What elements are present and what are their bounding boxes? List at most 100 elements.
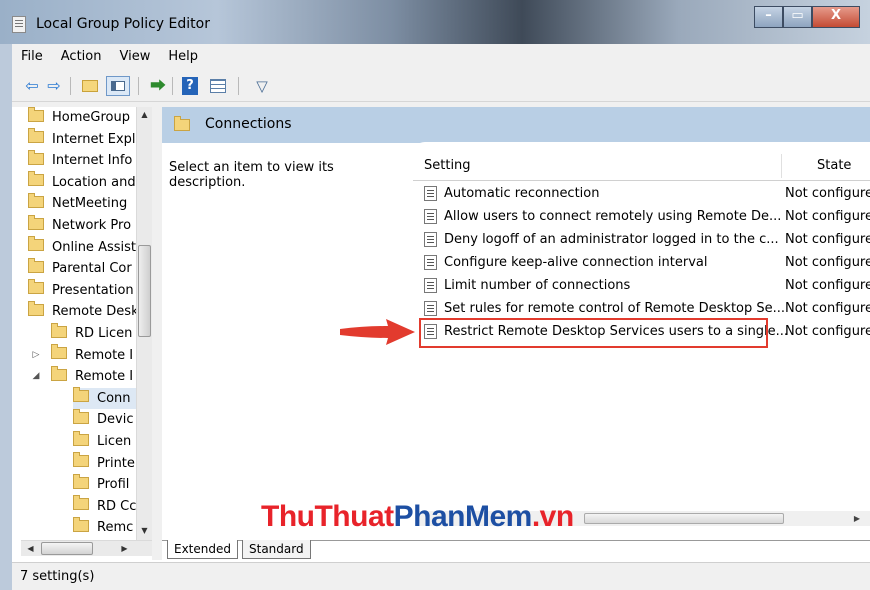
tree-item-label: Location and [52,174,136,190]
setting-state: Not configure [785,278,870,293]
tree-item[interactable]: RD Cc [73,495,137,517]
setting-row[interactable]: Limit number of connections Not configure [413,274,870,297]
tab-extended[interactable]: Extended [167,540,238,559]
maximize-button[interactable]: ▭ [783,6,812,28]
scroll-thumb[interactable] [584,513,784,524]
column-state[interactable]: State [817,158,851,173]
tree-item[interactable]: NetMeeting [28,192,127,214]
setting-state: Not configure [785,232,870,247]
menu-file[interactable]: File [12,44,52,70]
setting-state: Not configure [785,186,870,201]
scroll-thumb[interactable] [41,542,93,555]
navigation-tree: HomeGroup Internet Expl Internet Info Locat… [21,107,152,544]
folder-icon [73,387,89,403]
folder-icon [28,128,44,144]
up-folder-icon[interactable] [80,76,100,96]
setting-row[interactable]: Set rules for remote control of Remote D… [413,297,870,320]
setting-state: Not configure [785,209,870,224]
policy-setting-icon [424,301,437,316]
tree-item-label: HomeGroup [52,110,130,125]
setting-row[interactable]: Deny logoff of an administrator logged i… [413,228,870,251]
export-list-icon[interactable]: ⮕ [148,76,168,96]
tree-item[interactable]: ▷ Remote I [33,344,134,366]
forward-icon[interactable]: ⇨ [44,76,64,96]
folder-icon [28,279,44,295]
watermark: ThuThuatPhanMem.vn [261,500,574,533]
tree-horizontal-scrollbar[interactable]: ◀ ▶ [21,540,152,556]
tree-item[interactable]: Network Pro [28,214,131,236]
setting-name: Automatic reconnection [444,186,600,201]
setting-row[interactable]: Configure keep-alive connection interval… [413,251,870,274]
scroll-right-icon[interactable]: ▶ [854,511,860,526]
setting-row[interactable]: Allow users to connect remotely using Re… [413,205,870,228]
view-tabs: Extended Standard [162,540,870,560]
tree-item[interactable]: Internet Info [28,149,132,171]
tree-item[interactable]: Profil [73,473,129,495]
window-frame [0,44,12,590]
policy-setting-icon [424,232,437,247]
filter-icon[interactable]: ▽ [252,76,272,96]
tree-vertical-scrollbar[interactable]: ▲ ▼ [136,107,152,540]
tree-item[interactable]: HomeGroup [28,107,130,128]
scroll-down-icon[interactable]: ▼ [137,523,152,538]
minimize-button[interactable]: – [754,6,783,28]
folder-icon [73,430,89,446]
folder-icon [51,322,67,338]
help-icon[interactable]: ? [182,77,198,95]
tree-item-label: RD Cc [97,498,137,514]
pane-splitter[interactable] [152,104,162,560]
tree-item-label: Printe [97,455,135,471]
folder-icon [28,300,44,316]
status-bar: 7 setting(s) [12,562,870,590]
tree-item[interactable]: Location and [28,171,136,193]
tree-item[interactable]: Internet Expl [28,128,136,150]
policy-setting-icon [424,278,437,293]
window-title: Local Group Policy Editor [36,16,210,32]
menu-help[interactable]: Help [159,44,207,70]
close-button[interactable]: X [812,6,860,28]
folder-icon [73,452,89,468]
back-icon[interactable]: ⇦ [22,76,42,96]
folder-icon [51,344,67,360]
highlight-frame [419,318,768,348]
tree-item[interactable]: Devic [73,408,133,430]
scroll-left-icon[interactable]: ◀ [23,541,38,556]
tree-item[interactable]: Online Assist [28,236,136,258]
title-bar[interactable]: Local Group Policy Editor – ▭ X [0,0,870,44]
pane-header: Connections [162,107,870,143]
tree-item[interactable]: Licen [73,430,131,452]
tree-item[interactable]: Remote Desk [28,300,139,322]
expand-icon[interactable]: ▷ [31,345,41,366]
collapse-icon[interactable]: ◢ [31,366,41,387]
tree-item-label: Remote I [75,347,134,363]
setting-name: Limit number of connections [444,278,631,293]
tree-item[interactable]: Remc [73,516,133,538]
show-tree-icon[interactable] [106,76,130,96]
tree-item[interactable]: RD Licen [51,322,132,344]
column-setting[interactable]: Setting [424,158,471,173]
folder-icon [28,257,44,273]
tree-item[interactable]: Printe [73,452,135,474]
tree-item-label: Conn [97,390,131,406]
tree-item-label: Remote Desk [52,304,139,320]
setting-name: Configure keep-alive connection interval [444,255,708,270]
scroll-thumb[interactable] [138,245,151,337]
setting-row[interactable]: Automatic reconnection Not configure [413,182,870,205]
column-divider[interactable] [781,154,782,178]
folder-icon [73,516,89,532]
tree-item[interactable]: Presentation [28,279,134,301]
tree-item[interactable]: ◢ Remote I [33,365,133,387]
folder-icon [28,149,44,165]
folder-icon [28,107,44,122]
tab-standard[interactable]: Standard [242,540,311,559]
view-icon[interactable] [208,76,228,96]
setting-name: Deny logoff of an administrator logged i… [444,232,779,247]
folder-icon [28,214,44,230]
menu-action[interactable]: Action [52,44,111,70]
menu-bar: File Action View Help [12,44,870,70]
tree-item[interactable]: Parental Cor [28,257,132,279]
menu-view[interactable]: View [110,44,159,70]
scroll-right-icon[interactable]: ▶ [117,541,132,556]
scroll-up-icon[interactable]: ▲ [137,107,152,122]
policy-setting-icon [424,186,437,201]
